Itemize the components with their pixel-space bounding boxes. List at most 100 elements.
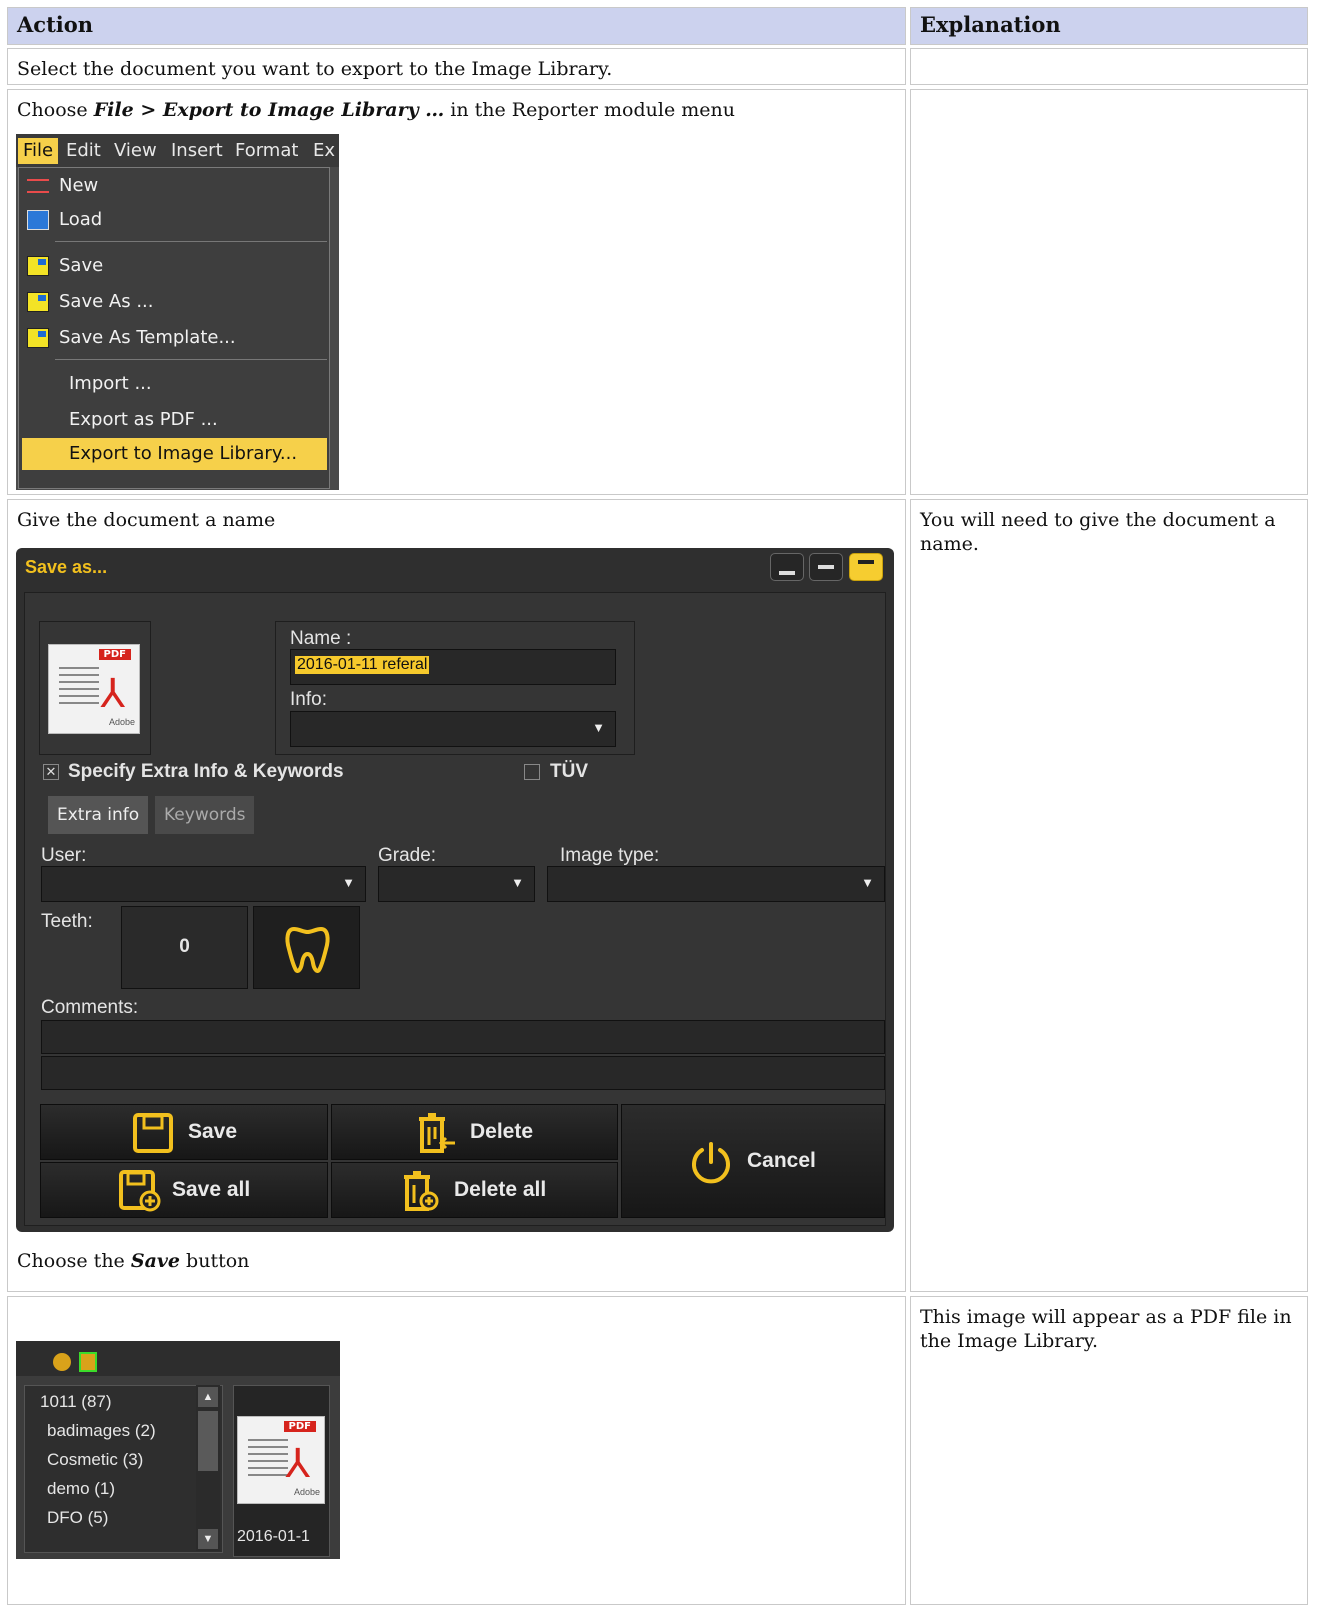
power-cancel-icon bbox=[692, 1142, 730, 1184]
menu-item-save[interactable]: Save bbox=[19, 250, 329, 282]
info-dropdown[interactable] bbox=[290, 711, 616, 747]
document-thumbnail: PDF ⅄ Adobe bbox=[39, 621, 151, 755]
tab-extra-info[interactable]: Extra info bbox=[48, 796, 149, 834]
save-icon bbox=[27, 256, 49, 276]
row2-explanation bbox=[910, 89, 1308, 495]
name-label: Name : bbox=[290, 628, 352, 649]
scroll-thumb[interactable] bbox=[198, 1411, 218, 1471]
tuv-checkbox[interactable] bbox=[524, 764, 540, 780]
row3-instruction-top: Give the document a name bbox=[17, 509, 276, 531]
menu-ex[interactable]: Ex bbox=[313, 138, 335, 164]
dialog-body: PDF ⅄ Adobe Name : 2016-01-11 referal In… bbox=[24, 592, 886, 1226]
globe-icon[interactable] bbox=[53, 1353, 71, 1371]
library-thumbnail[interactable]: PDF ⅄ Adobe 2016-01-1 bbox=[233, 1385, 330, 1557]
maximize-button[interactable] bbox=[849, 553, 883, 581]
user-label: User: bbox=[41, 845, 87, 866]
header-action: Action bbox=[7, 7, 906, 45]
save-all-icon bbox=[119, 1170, 161, 1212]
extra-info-checkbox[interactable]: ✕ bbox=[43, 764, 59, 780]
user-dropdown[interactable] bbox=[41, 866, 366, 902]
library-scrollbar[interactable]: ▲ ▼ bbox=[196, 1385, 220, 1551]
restore-button[interactable] bbox=[809, 553, 843, 581]
library-tree: 1011 (87) badimages (2) Cosmetic (3) dem… bbox=[24, 1385, 223, 1553]
floppy-save-icon bbox=[133, 1113, 173, 1153]
delete-all-button[interactable]: Delete all bbox=[331, 1162, 618, 1218]
menu-item-new[interactable]: New bbox=[19, 170, 329, 202]
teeth-count: 0 bbox=[121, 906, 248, 989]
pdf-file-icon: PDF ⅄ Adobe bbox=[48, 644, 140, 734]
menu-format[interactable]: Format bbox=[235, 138, 298, 164]
tooth-button[interactable] bbox=[253, 906, 360, 989]
row1-explanation bbox=[910, 48, 1308, 85]
row3-save-em: Save bbox=[130, 1250, 181, 1272]
row1-action: Select the document you want to export t… bbox=[7, 48, 906, 85]
save-as-icon bbox=[27, 292, 49, 312]
name-value: 2016-01-11 referal bbox=[295, 656, 430, 674]
file-menu-screenshot: File Edit View Insert Format Ex New Load… bbox=[16, 134, 339, 490]
teeth-label: Teeth: bbox=[41, 911, 93, 932]
tab-keywords[interactable]: Keywords bbox=[155, 796, 255, 834]
library-toolbar bbox=[16, 1341, 340, 1376]
grade-label: Grade: bbox=[378, 845, 437, 866]
tree-item[interactable]: DFO (5) bbox=[47, 1505, 108, 1531]
delete-all-button-label: Delete all bbox=[454, 1178, 547, 1201]
tooth-icon bbox=[285, 927, 330, 973]
menu-view[interactable]: View bbox=[114, 138, 157, 164]
file-dropdown: New Load Save Save As ... Save As Templa… bbox=[18, 167, 330, 489]
row2-text-pre: Choose bbox=[17, 99, 94, 121]
comments-label: Comments: bbox=[41, 997, 139, 1018]
row2-sep: > bbox=[133, 99, 163, 121]
comments-field-2[interactable] bbox=[41, 1056, 885, 1090]
save-button-label: Save bbox=[188, 1120, 238, 1143]
scroll-down-icon[interactable]: ▼ bbox=[198, 1529, 218, 1549]
name-field[interactable]: 2016-01-11 referal bbox=[290, 649, 616, 685]
save-template-icon bbox=[27, 328, 49, 348]
comments-field-1[interactable] bbox=[41, 1020, 885, 1054]
menu-item-load[interactable]: Load bbox=[19, 204, 329, 236]
header-explanation: Explanation bbox=[910, 7, 1308, 45]
menu-item-export-pdf[interactable]: Export as PDF ... bbox=[19, 404, 329, 436]
cancel-button[interactable]: Cancel bbox=[621, 1104, 885, 1218]
save-as-dialog: Save as... PDF ⅄ Adobe Name : 2016-01-11… bbox=[16, 548, 894, 1232]
row3-explanation: You will need to give the document a nam… bbox=[910, 499, 1308, 1292]
name-info-panel: Name : 2016-01-11 referal Info: bbox=[275, 621, 635, 755]
minimize-button[interactable] bbox=[770, 553, 804, 581]
document-table: Action Explanation Select the document y… bbox=[0, 0, 1342, 1605]
tree-item[interactable]: demo (1) bbox=[47, 1476, 115, 1502]
row3-instruction-bottom: Choose the Save button bbox=[17, 1250, 250, 1272]
save-button[interactable]: Save bbox=[40, 1104, 328, 1160]
delete-button[interactable]: Delete bbox=[331, 1104, 618, 1160]
menu-file[interactable]: File bbox=[18, 138, 59, 164]
row4-explanation: This image will appear as a PDF file in … bbox=[910, 1296, 1308, 1605]
new-icon bbox=[27, 179, 49, 193]
trash-delete-icon bbox=[419, 1113, 455, 1153]
row2-text-post: in the Reporter module menu bbox=[444, 99, 735, 121]
menu-item-save-as-template[interactable]: Save As Template... bbox=[19, 322, 329, 354]
image-library-screenshot: 1011 (87) badimages (2) Cosmetic (3) dem… bbox=[16, 1341, 340, 1559]
menu-separator bbox=[55, 241, 327, 242]
scroll-up-icon[interactable]: ▲ bbox=[198, 1387, 218, 1407]
row2-export: Export to Image Library … bbox=[162, 99, 445, 121]
save-all-button[interactable]: Save all bbox=[40, 1162, 328, 1218]
save-all-button-label: Save all bbox=[172, 1178, 251, 1201]
menu-item-import[interactable]: Import ... bbox=[19, 368, 329, 400]
image-type-label: Image type: bbox=[560, 845, 660, 866]
info-label: Info: bbox=[290, 689, 327, 710]
tree-item[interactable]: badimages (2) bbox=[47, 1418, 156, 1444]
tree-item[interactable]: 1011 (87) bbox=[40, 1389, 112, 1415]
menu-bar: File Edit View Insert Format Ex bbox=[16, 134, 339, 167]
load-icon bbox=[27, 210, 49, 230]
tuv-label: TÜV bbox=[550, 761, 588, 782]
menu-separator bbox=[55, 359, 327, 360]
menu-edit[interactable]: Edit bbox=[66, 138, 101, 164]
menu-insert[interactable]: Insert bbox=[171, 138, 223, 164]
menu-item-save-as[interactable]: Save As ... bbox=[19, 286, 329, 318]
document-icon[interactable] bbox=[79, 1352, 97, 1372]
trash-delete-all-icon bbox=[404, 1171, 439, 1211]
image-type-dropdown[interactable] bbox=[547, 866, 885, 902]
tree-item[interactable]: Cosmetic (3) bbox=[47, 1447, 143, 1473]
row2-file: File bbox=[93, 99, 134, 121]
thumbnail-caption: 2016-01-1 bbox=[237, 1528, 310, 1545]
grade-dropdown[interactable] bbox=[378, 866, 535, 902]
menu-item-export-image-library[interactable]: Export to Image Library... bbox=[22, 438, 327, 470]
